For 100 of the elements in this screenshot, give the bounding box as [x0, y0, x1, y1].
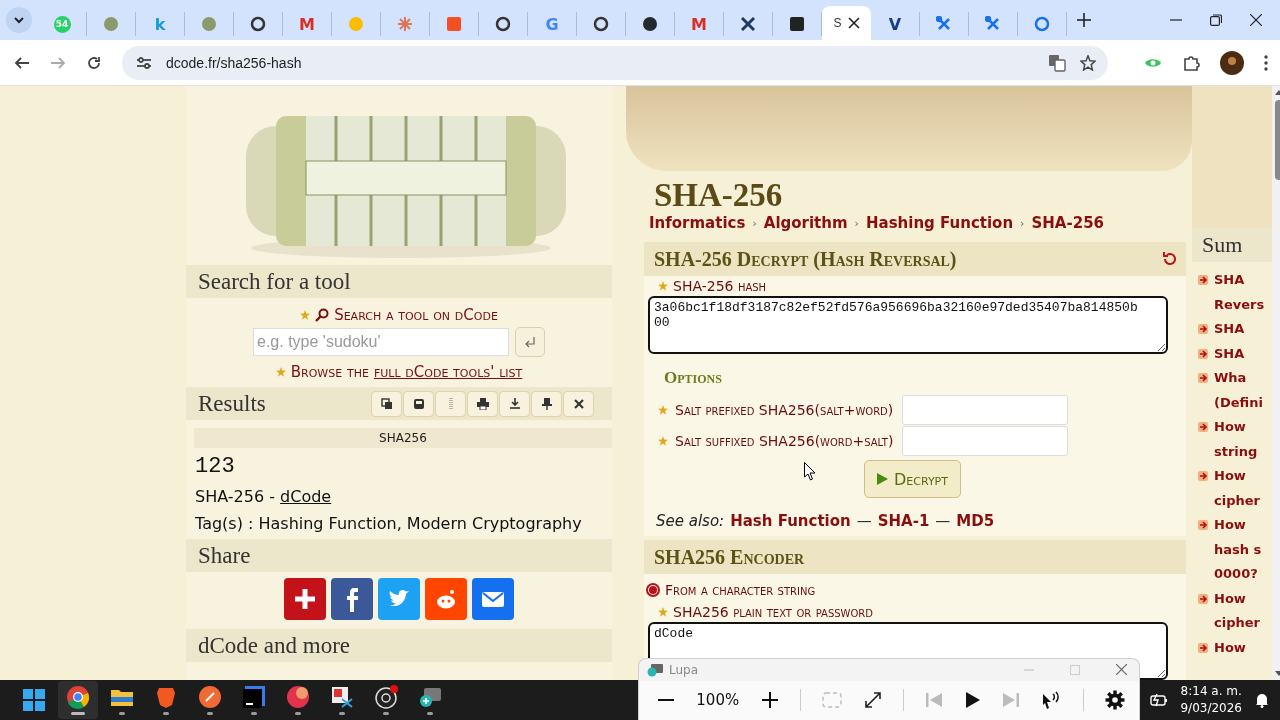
window-title: Lupa — [669, 662, 699, 677]
profile-avatar[interactable] — [1220, 50, 1244, 75]
clock-date[interactable]: 9/03/2026 — [1180, 700, 1242, 717]
star-icon — [658, 405, 668, 415]
option-label: Salt prefixed SHA256(salt+word) — [675, 402, 894, 418]
close-icon — [572, 397, 585, 410]
clock-time[interactable]: 8:14 a. m. — [1180, 683, 1242, 700]
tab-favicon: G — [545, 14, 559, 34]
decrypt-button[interactable]: Decrypt — [864, 460, 961, 498]
browser-tab[interactable]: M — [283, 12, 332, 36]
section-header: Share — [186, 539, 612, 572]
see-also-link[interactable]: MD5 — [956, 512, 995, 530]
summary-link[interactable]: How cipher — [1214, 464, 1260, 513]
print-button[interactable] — [467, 390, 498, 417]
browser-tab[interactable]: S — [822, 6, 871, 40]
new-tab-icon[interactable] — [1077, 13, 1091, 27]
chrome-taskbar-app[interactable] — [58, 681, 98, 719]
address-bar[interactable]: dcode.fr/sha256-hash — [122, 45, 1108, 80]
browser-tab[interactable]: V — [871, 12, 920, 36]
download-button[interactable] — [499, 390, 530, 417]
facebook-share-button[interactable] — [331, 578, 373, 620]
twitter-share-button[interactable] — [378, 578, 420, 620]
star-icon — [658, 436, 668, 446]
breadcrumb-link[interactable]: Informatics — [649, 214, 746, 232]
page-title: SHA-256 — [654, 177, 784, 214]
read-aloud-icon[interactable] — [1041, 690, 1062, 711]
breadcrumb-separator: › — [752, 216, 757, 230]
result-value: 123 — [195, 454, 236, 479]
star-icon — [658, 281, 668, 291]
breadcrumb-separator: › — [1020, 216, 1025, 230]
tab-list-dropdown-icon[interactable] — [6, 7, 32, 33]
see-also-link[interactable]: Hash Function — [730, 512, 851, 530]
print-icon — [476, 397, 489, 410]
save-button[interactable] — [403, 390, 434, 417]
star-icon — [300, 310, 311, 320]
summary-link[interactable]: How hash s 0000? — [1214, 513, 1262, 587]
bookmark-star-icon[interactable] — [1080, 54, 1096, 71]
extensions-icon[interactable] — [1182, 53, 1200, 72]
menu-icon[interactable] — [1264, 54, 1268, 71]
email-share-button[interactable] — [472, 578, 514, 620]
result-label: SHA256 — [194, 428, 612, 448]
breadcrumb-link[interactable]: Hashing Function — [866, 214, 1014, 232]
radio-label: From a character string — [665, 582, 816, 598]
search-field[interactable]: e.g. type 'sudoku' — [253, 328, 509, 356]
salt-input-field[interactable] — [902, 426, 1069, 456]
save-icon — [412, 397, 425, 410]
arrow-bullet-icon — [1198, 324, 1208, 334]
url-text: dcode.fr/sha256-hash — [166, 54, 303, 71]
salt-input-field[interactable] — [902, 395, 1069, 425]
link-separator: — — [935, 512, 951, 530]
summary-link[interactable]: How string — [1214, 415, 1258, 464]
copy-icon — [380, 397, 393, 410]
translate-icon[interactable] — [1048, 53, 1066, 72]
notification-bell-icon[interactable] — [1254, 692, 1270, 708]
result-tags: Tag(s) : Hashing Function, Modern Cryptography — [195, 514, 612, 533]
hash-input-field[interactable]: 3a06bc1f18df3187c82ef52fd576a956696ba32160e97ded35407ba814850b00 — [648, 296, 1168, 354]
search-tool-link[interactable]: Search a tool on dCode — [334, 306, 498, 324]
summary-link[interactable]: SHA Revers — [1214, 268, 1265, 317]
restore-icon[interactable] — [1210, 14, 1222, 26]
pdf-icon — [286, 685, 310, 709]
notification-badge: 54 — [53, 15, 71, 33]
arrow-bullet-icon — [1198, 471, 1208, 481]
tools-list-link[interactable]: full dCode tools' list — [373, 363, 523, 381]
browse-label: Browse the — [290, 363, 369, 381]
copy-button[interactable] — [371, 390, 402, 417]
summary-link[interactable]: Wha (Defini — [1214, 366, 1263, 415]
summary-link[interactable]: How — [1214, 635, 1246, 660]
arrow-bullet-icon — [1198, 593, 1208, 604]
ide-icon — [242, 685, 266, 709]
close-icon[interactable] — [1250, 14, 1262, 26]
dcode-link[interactable]: dCode — [280, 487, 332, 506]
plus-share-button[interactable] — [284, 578, 326, 620]
section-header: dCode and more — [186, 629, 612, 662]
reload-icon[interactable] — [86, 54, 102, 71]
reset-icon[interactable] — [1162, 251, 1178, 267]
summary-link[interactable]: SHA — [1214, 317, 1245, 342]
brave-icon — [154, 685, 178, 709]
summary-link[interactable]: How cipher — [1214, 586, 1260, 636]
close-icon[interactable] — [847, 17, 860, 29]
back-icon[interactable] — [14, 54, 30, 71]
site-info-icon[interactable] — [136, 54, 152, 71]
reddit-share-button[interactable] — [425, 578, 467, 620]
breadcrumb-link[interactable]: Algorithm — [763, 214, 848, 232]
summary-link[interactable]: SHA — [1214, 341, 1245, 366]
play-icon[interactable] — [964, 691, 981, 710]
browser-tab[interactable]: M — [675, 12, 724, 36]
close-button[interactable] — [563, 390, 594, 417]
zoom-level: 100% — [696, 691, 740, 710]
breadcrumb-link[interactable]: SHA-256 — [1031, 214, 1105, 232]
see-also-link[interactable]: SHA-1 — [877, 512, 930, 530]
field-label: SHA-256 hash — [673, 278, 767, 294]
pin-button[interactable] — [531, 390, 562, 417]
battery-icon[interactable] — [1150, 693, 1169, 707]
field-label: SHA256 plain text or password — [673, 604, 873, 620]
expand-icon[interactable] — [863, 691, 882, 710]
radio-button[interactable] — [646, 583, 660, 597]
pin-icon — [540, 397, 553, 410]
search-icon — [315, 308, 330, 322]
zoom-in-icon[interactable] — [760, 691, 779, 710]
star-icon — [658, 607, 668, 617]
